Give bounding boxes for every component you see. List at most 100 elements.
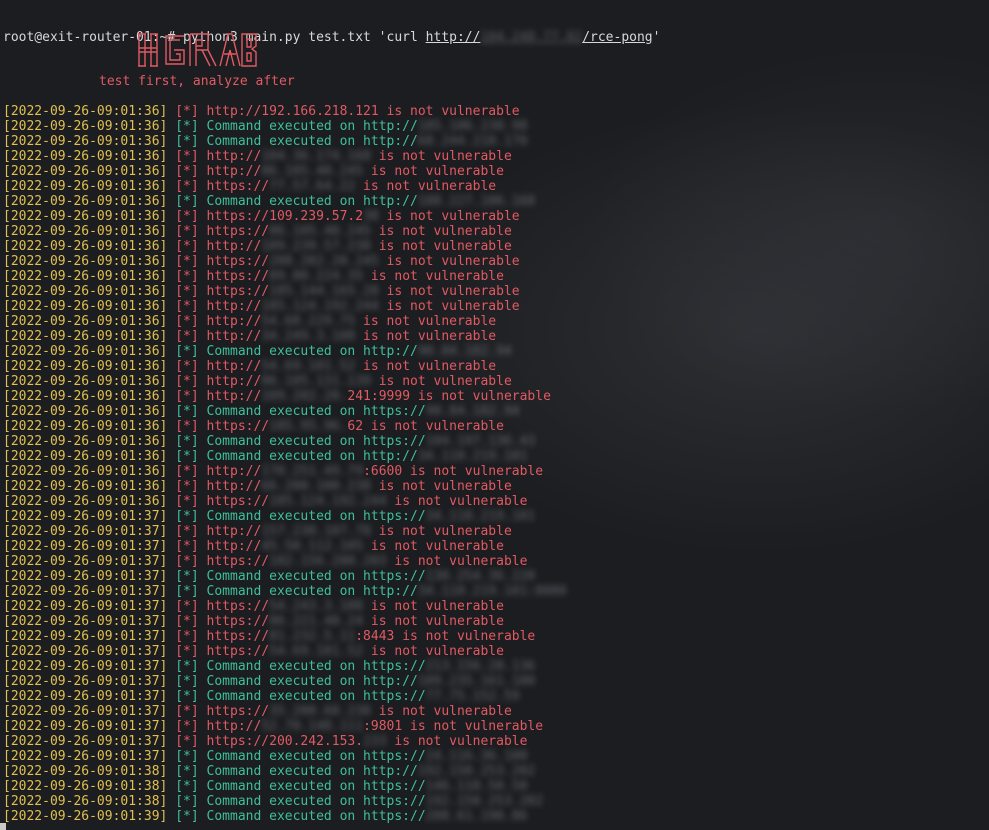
log-redacted-address: 68.244.210.170 — [417, 134, 528, 149]
log-message-suffix: is not vulnerable — [378, 299, 520, 314]
log-redacted-address: 185.124.192.244 — [269, 494, 387, 509]
log-redacted-address: 157.230.107.78 — [261, 524, 371, 539]
log-row: [2022-09-26-09:01:37] [*] Command execut… — [3, 659, 986, 674]
log-status-marker: [*] — [175, 749, 199, 764]
log-message: http:// — [206, 299, 262, 314]
log-timestamp: [2022-09-26-09:01:36] — [3, 344, 168, 359]
log-status-marker: [*] — [175, 734, 199, 749]
log-redacted-address: 66.200.100.238 — [261, 479, 371, 494]
log-row: [2022-09-26-09:01:37] [*] https://54.243… — [3, 599, 986, 614]
log-message: Command executed on https:// — [206, 794, 426, 809]
log-message: Command executed on https:// — [206, 434, 426, 449]
log-timestamp: [2022-09-26-09:01:36] — [3, 179, 168, 194]
log-message: Command executed on https:// — [206, 689, 426, 704]
log-status-marker: [*] — [175, 674, 199, 689]
log-message: http:// — [206, 329, 262, 344]
log-timestamp: [2022-09-26-09:01:36] — [3, 434, 168, 449]
log-message: http:// — [206, 479, 262, 494]
log-timestamp: [2022-09-26-09:01:36] — [3, 149, 168, 164]
log-redacted-address: 208.202.20.245 — [269, 254, 379, 269]
log-redacted-address: 90.84.182.94 — [425, 404, 520, 419]
log-status-marker: [*] — [175, 659, 199, 674]
log-message: http:// — [206, 359, 262, 374]
log-redacted-address: 130.254.36.220 — [425, 569, 536, 584]
log-message: https://109.239.57.2 — [206, 209, 364, 224]
log-message: Command executed on http:// — [206, 584, 418, 599]
log-timestamp: [2022-09-26-09:01:36] — [3, 449, 168, 464]
command-url-path: /rce-pong — [582, 30, 653, 45]
log-status-marker: [*] — [175, 569, 199, 584]
log-message: http:// — [206, 719, 262, 734]
log-message: https:// — [206, 254, 270, 269]
log-message: Command executed on https:// — [206, 404, 426, 419]
log-message: Command executed on http:// — [206, 194, 418, 209]
log-message: https:// — [206, 614, 270, 629]
log-message: http:// — [206, 464, 262, 479]
log-message-suffix: is not vulnerable — [363, 599, 504, 614]
log-message: http:// — [206, 524, 262, 539]
log-status-marker: [*] — [175, 179, 199, 194]
log-status-marker: [*] — [175, 359, 199, 374]
log-status-marker: [*] — [175, 284, 199, 299]
log-status-marker: [*] — [175, 299, 199, 314]
log-timestamp: [2022-09-26-09:01:37] — [3, 509, 168, 524]
log-row: [2022-09-26-09:01:37] [*] Command execut… — [3, 674, 986, 689]
log-timestamp: [2022-09-26-09:01:36] — [3, 224, 168, 239]
log-redacted-address: 35.200.60.230 — [269, 704, 371, 719]
log-message: Command executed on http:// — [206, 134, 418, 149]
log-timestamp: [2022-09-26-09:01:36] — [3, 389, 168, 404]
log-message: Command executed on https:// — [206, 659, 426, 674]
log-row: [2022-09-26-09:01:36] [*] http://192.166… — [3, 104, 986, 119]
log-status-marker: [*] — [175, 584, 199, 599]
log-row: [2022-09-26-09:01:36] [*] https://185.12… — [3, 494, 986, 509]
log-status-marker: [*] — [175, 404, 199, 419]
log-message-suffix: is not vulnerable — [386, 494, 528, 509]
log-message: https:// — [206, 179, 270, 194]
log-timestamp: [2022-09-26-09:01:36] — [3, 404, 168, 419]
log-message: https:// — [206, 419, 270, 434]
log-redacted-address: 54.68.229.75 — [261, 314, 356, 329]
log-status-marker: [*] — [175, 479, 199, 494]
log-message-suffix: is not vulnerable — [355, 359, 497, 374]
log-row: [2022-09-26-09:01:36] [*] http://104.36.… — [3, 149, 986, 164]
log-redacted-address: 109.202.20. — [261, 389, 348, 404]
log-status-marker: [*] — [175, 719, 199, 734]
log-status-marker: [*] — [175, 764, 199, 779]
log-message-suffix: is not vulnerable — [378, 254, 520, 269]
log-timestamp: [2022-09-26-09:01:39] — [3, 809, 168, 824]
log-redacted-address: 77.75.152.59 — [425, 689, 520, 704]
log-status-marker: [*] — [175, 134, 199, 149]
log-message: http:// — [206, 374, 262, 389]
log-timestamp: [2022-09-26-09:01:36] — [3, 164, 168, 179]
log-row: [2022-09-26-09:01:36] [*] http://66.200.… — [3, 479, 986, 494]
log-row: [2022-09-26-09:01:39] [*] Command execut… — [3, 809, 986, 824]
log-status-marker: [*] — [175, 329, 199, 344]
log-message: https:// — [206, 269, 270, 284]
log-redacted-address: 233 — [363, 734, 387, 749]
log-status-marker: [*] — [175, 644, 199, 659]
log-timestamp: [2022-09-26-09:01:36] — [3, 104, 168, 119]
log-message: https:// — [206, 644, 270, 659]
log-message-suffix: is not vulnerable — [378, 209, 520, 224]
log-row: [2022-09-26-09:01:36] [*] https://109.23… — [3, 209, 986, 224]
log-redacted-address: 185.95.96. — [269, 419, 348, 434]
log-status-marker: [*] — [175, 209, 199, 224]
log-redacted-address: 192.150.253.202 — [425, 794, 544, 809]
log-status-marker: [*] — [175, 464, 199, 479]
log-timestamp: [2022-09-26-09:01:37] — [3, 629, 168, 644]
log-status-marker: [*] — [175, 224, 199, 239]
log-row: [2022-09-26-09:01:37] [*] Command execut… — [3, 689, 986, 704]
command-url-scheme: http:// — [425, 30, 481, 45]
log-message-suffix: is not vulnerable — [363, 269, 504, 284]
log-row: [2022-09-26-09:01:37] [*] https://102.15… — [3, 554, 986, 569]
log-status-marker: [*] — [175, 449, 199, 464]
log-redacted-address: 54.69.101.52 — [269, 644, 364, 659]
log-status-marker: [*] — [175, 794, 199, 809]
log-row: [2022-09-26-09:01:36] [*] https://185.14… — [3, 284, 986, 299]
log-status-marker: [*] — [175, 524, 199, 539]
log-timestamp: [2022-09-26-09:01:36] — [3, 464, 168, 479]
log-message-suffix: is not vulnerable — [370, 374, 512, 389]
log-timestamp: [2022-09-26-09:01:36] — [3, 254, 168, 269]
log-timestamp: [2022-09-26-09:01:37] — [3, 659, 168, 674]
log-message: Command executed on https:// — [206, 509, 426, 524]
